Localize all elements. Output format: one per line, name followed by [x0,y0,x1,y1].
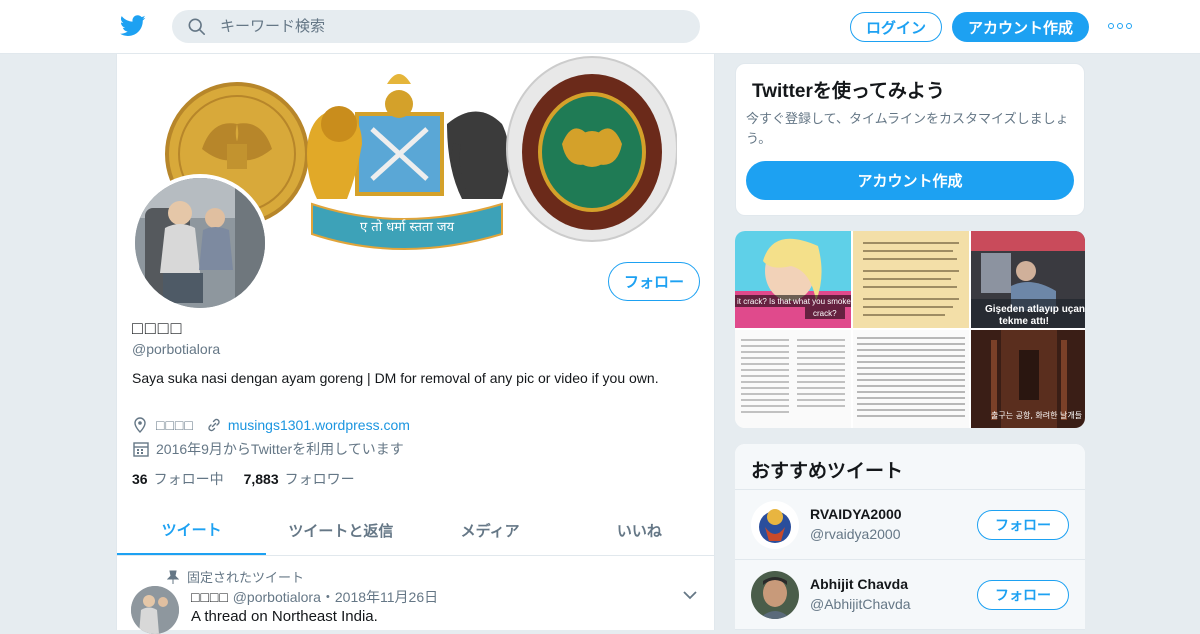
signup-prompt-card: Twitterを使ってみよう 今すぐ登録して、タイムラインをカスタマイズしましょ… [735,63,1085,216]
profile-handle[interactable]: @porbotialora [132,341,220,357]
media-caption: crack? [813,309,837,318]
tab-tweets[interactable]: ツイート [117,506,267,555]
search-icon [188,18,206,35]
following-label: フォロー中 [153,471,224,487]
profile-bio: Saya suka nasi dengan ayam goreng | DM f… [132,370,659,386]
tweet-header: □□□□ @porbotialora・2018年11月26日 [191,587,438,607]
tweet-avatar[interactable] [131,586,179,634]
location-pin-icon [134,417,146,433]
following-stat[interactable]: 36 フォロー中 [132,469,224,489]
media-thumb[interactable] [853,330,969,428]
top-navigation-bar: ログイン アカウント作成 [0,0,1200,54]
media-caption: tekme attı! [999,316,1050,327]
pinned-indicator: 固定されたツイート [167,567,304,586]
profile-tabs: ツイート ツイートと返信 メディア いいね [117,506,714,556]
media-caption: 출구는 공항, 화려한 날개들 [991,411,1083,420]
follow-button[interactable]: フォロー [608,262,700,301]
profile-joined-text: 2016年9月からTwitterを利用しています [156,441,404,457]
search-input[interactable] [220,18,660,35]
tweet-author-name[interactable]: □□□□ [191,589,229,605]
recommended-user[interactable]: RVAIDYA2000 @rvaidya2000 フォロー [735,490,1085,560]
profile-name[interactable]: □□□□ [132,318,184,339]
recommended-avatar[interactable] [751,571,799,619]
recommended-name[interactable]: RVAIDYA2000 [810,506,902,522]
pin-icon [167,570,179,584]
tweet-text: A thread on Northeast India. [191,608,378,625]
recommended-title: おすすめツイート [735,444,1085,490]
search-box[interactable] [172,10,700,43]
signup-button[interactable]: アカウント作成 [952,12,1089,42]
profile-location: □□□□ [156,417,194,433]
pinned-label: 固定されたツイート [187,570,305,585]
recommended-handle[interactable]: @rvaidya2000 [810,526,901,542]
recommended-user[interactable]: Abhijit Chavda @AbhijitChavda フォロー [735,560,1085,630]
calendar-icon [133,442,149,457]
followers-stat[interactable]: 7,883 フォロワー [244,469,355,489]
media-thumb[interactable]: it crack? Is that what you smoke? You sm… [735,231,851,328]
tab-tweets-and-replies[interactable]: ツイートと返信 [266,506,415,555]
tab-likes[interactable]: いいね [565,506,714,555]
tab-media[interactable]: メディア [416,506,565,555]
follow-button[interactable]: フォロー [977,580,1069,610]
signup-prompt-text: 今すぐ登録して、タイムラインをカスタマイズしましょう。 [746,111,1069,146]
profile-joined: 2016年9月からTwitterを利用しています [132,439,404,459]
media-thumb[interactable]: Gişeden atlayıp uçan tekme attı! [971,231,1085,328]
media-caption: Gişeden atlayıp uçan [985,304,1085,315]
recommended-tweets-panel: おすすめツイート RVAIDYA2000 @rvaidya2000 フォロー A… [735,444,1085,630]
following-count: 36 [132,471,148,487]
follow-button[interactable]: フォロー [977,510,1069,540]
media-thumb[interactable] [853,231,969,328]
profile-panel: ए तो धर्मा स्तता जय フォロー □□□□ @porbotial… [116,54,715,634]
signup-prompt-title: Twitterを使ってみよう [752,81,945,102]
chevron-down-icon[interactable] [683,590,697,600]
login-button[interactable]: ログイン [850,12,942,42]
profile-avatar[interactable] [131,174,269,312]
media-grid: it crack? Is that what you smoke? You sm… [735,231,1085,428]
signup-prompt-button[interactable]: アカウント作成 [746,161,1074,200]
tweet-handle-date[interactable]: @porbotialora・2018年11月26日 [233,589,438,605]
link-icon [208,418,220,432]
followers-label: フォロワー [284,471,355,487]
twitter-bird-icon[interactable] [120,14,146,38]
profile-website-link[interactable]: musings1301.wordpress.com [228,417,410,433]
media-thumb[interactable] [735,330,851,428]
profile-meta-location-website: □□□□ musings1301.wordpress.com [132,417,410,433]
recommended-name[interactable]: Abhijit Chavda [810,576,908,592]
more-dots-icon[interactable] [1108,23,1132,29]
profile-stats: 36 フォロー中 7,883 フォロワー [132,469,355,489]
recommended-handle[interactable]: @AbhijitChavda [810,596,911,612]
banner-motto: ए तो धर्मा स्तता जय [360,219,455,235]
media-thumb[interactable]: 출구는 공항, 화려한 날개들 [971,330,1085,428]
followers-count: 7,883 [243,471,279,487]
recommended-avatar[interactable] [751,501,799,549]
media-caption: it crack? Is that what you smoke? You sm… [737,297,851,306]
